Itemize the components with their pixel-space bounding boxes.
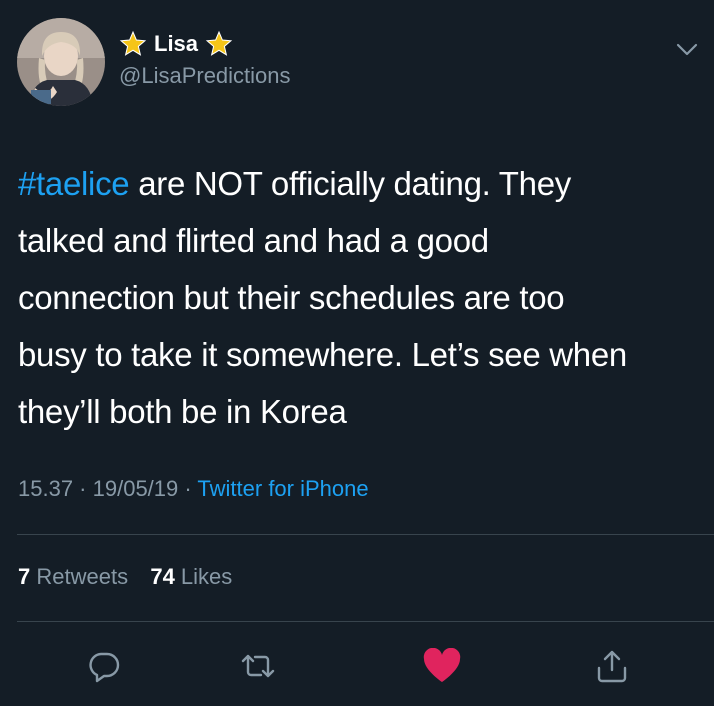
action-bar: [0, 644, 714, 688]
reply-button[interactable]: [82, 644, 126, 688]
tweet-meta: 15.37 · 19/05/19 · Twitter for iPhone: [18, 476, 369, 502]
tweet-line: connection but their schedules are too: [18, 279, 565, 316]
chevron-down-icon[interactable]: [673, 35, 701, 63]
star-icon: [205, 30, 233, 56]
tweet-card: Lisa @LisaPredictions #taelice are NOT o…: [0, 0, 714, 706]
like-button[interactable]: [420, 644, 464, 688]
star-icon: [119, 30, 147, 56]
share-button[interactable]: [590, 644, 634, 688]
divider: [17, 534, 714, 535]
author-name-row[interactable]: Lisa: [119, 30, 233, 58]
tweet-line: they’ll both be in Korea: [18, 393, 347, 430]
likes-count: 74: [150, 564, 175, 589]
tweet-text: #taelice are NOT officially dating. They…: [18, 155, 708, 440]
meta-separator: ·: [73, 476, 93, 501]
author-handle[interactable]: @LisaPredictions: [119, 63, 291, 89]
avatar-image: [17, 18, 105, 106]
meta-separator: ·: [178, 476, 198, 501]
tweet-line: talked and flirted and had a good: [18, 222, 489, 259]
tweet-date: 19/05/19: [92, 476, 179, 501]
retweet-button[interactable]: [236, 644, 280, 688]
divider: [17, 621, 714, 622]
retweets-stat[interactable]: 7 Retweets: [18, 564, 128, 589]
retweets-label: Retweets: [30, 564, 129, 589]
tweet-line-text: are NOT officially dating. They: [129, 165, 571, 202]
tweet-line: #taelice are NOT officially dating. They: [18, 155, 708, 212]
author-name: Lisa: [154, 31, 199, 56]
likes-label: Likes: [174, 564, 233, 589]
likes-stat[interactable]: 74 Likes: [150, 564, 232, 589]
tweet-stats: 7 Retweets 74 Likes: [18, 564, 232, 590]
retweets-count: 7: [18, 564, 31, 589]
hashtag-link[interactable]: #taelice: [18, 165, 130, 202]
tweet-time: 15.37: [18, 476, 74, 501]
tweet-source-link[interactable]: Twitter for iPhone: [197, 476, 368, 501]
like-heart-icon: [423, 648, 461, 682]
avatar[interactable]: [17, 18, 105, 106]
retweet-icon: [241, 654, 275, 678]
reply-icon: [89, 652, 120, 683]
share-icon: [597, 650, 627, 683]
tweet-line: busy to take it somewhere. Let’s see whe…: [18, 336, 627, 373]
